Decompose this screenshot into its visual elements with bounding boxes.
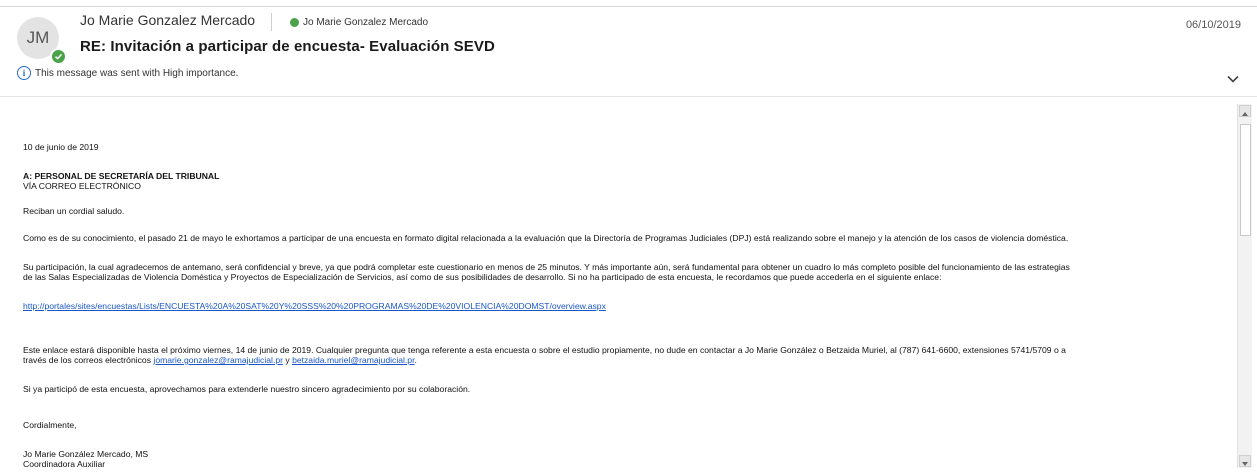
message-body: 10 de junio de 2019 A: PERSONAL DE SECRE… <box>23 114 1233 468</box>
importance-text: This message was sent with High importan… <box>35 67 239 79</box>
importance-notice: i This message was sent with High import… <box>17 66 238 80</box>
presence-available-icon <box>50 48 67 65</box>
sender-name[interactable]: Jo Marie Gonzalez Mercado <box>80 12 255 28</box>
info-icon: i <box>17 66 31 80</box>
recipient-name: Jo Marie Gonzalez Mercado <box>303 17 429 28</box>
scroll-thumb[interactable] <box>1240 124 1251 236</box>
header-divider <box>0 96 1257 97</box>
message-subject: RE: Invitación a participar de encuesta-… <box>80 38 495 55</box>
recipient-presence-icon <box>290 18 299 27</box>
paragraph-2-line-2: de las Salas Especializadas de Violencia… <box>23 272 942 282</box>
paragraph-3-end: . <box>414 355 417 365</box>
closing: Cordialmente, <box>23 420 77 430</box>
survey-link-line: http://portales/sites/encuestas/Lists/EN… <box>23 301 1228 312</box>
letter-date: 10 de junio de 2019 <box>23 142 99 152</box>
email-link-2[interactable]: betzaida.muriel@ramajudicial.pr <box>292 355 414 365</box>
paragraph-3-line-1: Este enlace estará disponible hasta el p… <box>23 345 1066 355</box>
paragraph-3-prefix: través de los correos electrónicos <box>23 355 154 365</box>
paragraph-4: Si ya participó de esta encuesta, aprove… <box>23 384 471 394</box>
scroll-down-button[interactable] <box>1239 455 1251 467</box>
paragraph-3-and: y <box>282 355 293 365</box>
vertical-scrollbar[interactable] <box>1237 104 1252 468</box>
recipient[interactable]: Jo Marie Gonzalez Mercado <box>290 17 428 28</box>
paragraph-2-line-1: Su participación, la cual agradecemos de… <box>23 262 1070 272</box>
letter-recipient: A: PERSONAL DE SECRETARÍA DEL TRIBUNAL <box>23 171 220 181</box>
signature-name: Jo Marie González Mercado, MS <box>23 449 149 459</box>
paragraph-1: Como es de su conocimiento, el pasado 21… <box>23 233 1069 243</box>
email-link-1[interactable]: jomarie.gonzalez@ramajudicial.pr <box>153 355 283 365</box>
scroll-up-button[interactable] <box>1239 105 1251 117</box>
greeting: Reciban un cordial saludo. <box>23 206 125 216</box>
header-separator <box>271 13 272 31</box>
message-date: 06/10/2019 <box>1185 19 1241 31</box>
paragraph-3-line-2: través de los correos electrónicos jomar… <box>23 355 1228 366</box>
survey-link[interactable]: http://portales/sites/encuestas/Lists/EN… <box>23 301 606 311</box>
message-header: JM Jo Marie Gonzalez Mercado Jo Marie Go… <box>0 0 1257 96</box>
top-divider <box>0 6 1257 7</box>
chevron-down-icon[interactable] <box>1227 70 1239 88</box>
signature-title: Coordinadora Auxiliar <box>23 459 106 468</box>
letter-via: VÍA CORREO ELECTRÓNICO <box>23 181 141 191</box>
